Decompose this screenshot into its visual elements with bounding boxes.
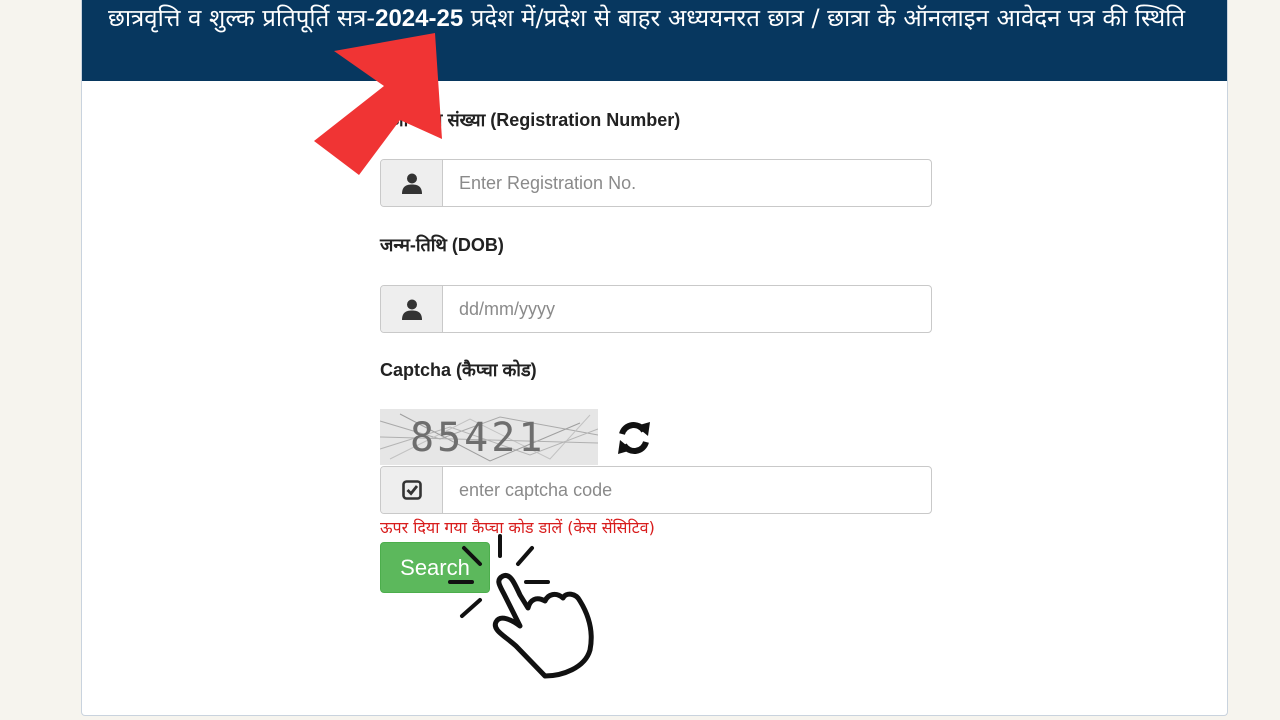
header-session: 2024-25 [375, 5, 464, 32]
captcha-code: 85421 [410, 415, 546, 461]
refresh-icon[interactable] [612, 416, 656, 460]
captcha-hint: ऊपर दिया गया कैप्चा कोड डालें (केस सेंसि… [380, 518, 655, 537]
user-icon [381, 286, 443, 332]
dob-input[interactable] [443, 286, 931, 332]
search-button[interactable]: Search [380, 542, 490, 593]
registration-input[interactable] [443, 160, 931, 206]
header-title-part1: छात्रवृत्ति व शुल्क प्रतिपूर्ति सत्र- [108, 4, 376, 32]
user-icon [381, 160, 443, 206]
dob-input-group [380, 285, 932, 333]
captcha-label: Captcha (कैप्चा कोड) [380, 360, 537, 380]
registration-input-group [380, 159, 932, 207]
dob-label: जन्म-तिथि (DOB) [380, 235, 504, 255]
captcha-input[interactable] [443, 467, 931, 513]
registration-label: पंजीकरण संख्या (Registration Number) [380, 110, 681, 130]
captcha-input-group [380, 466, 932, 514]
header-title-part2: प्रदेश में/प्रदेश से बाहर अध्ययनरत छात्र… [463, 4, 1186, 32]
panel-header: छात्रवृत्ति व शुल्क प्रतिपूर्ति सत्र-202… [82, 0, 1227, 81]
form-panel: छात्रवृत्ति व शुल्क प्रतिपूर्ति सत्र-202… [81, 0, 1228, 716]
captcha-image: 85421 [380, 409, 598, 465]
check-square-icon [381, 467, 443, 513]
